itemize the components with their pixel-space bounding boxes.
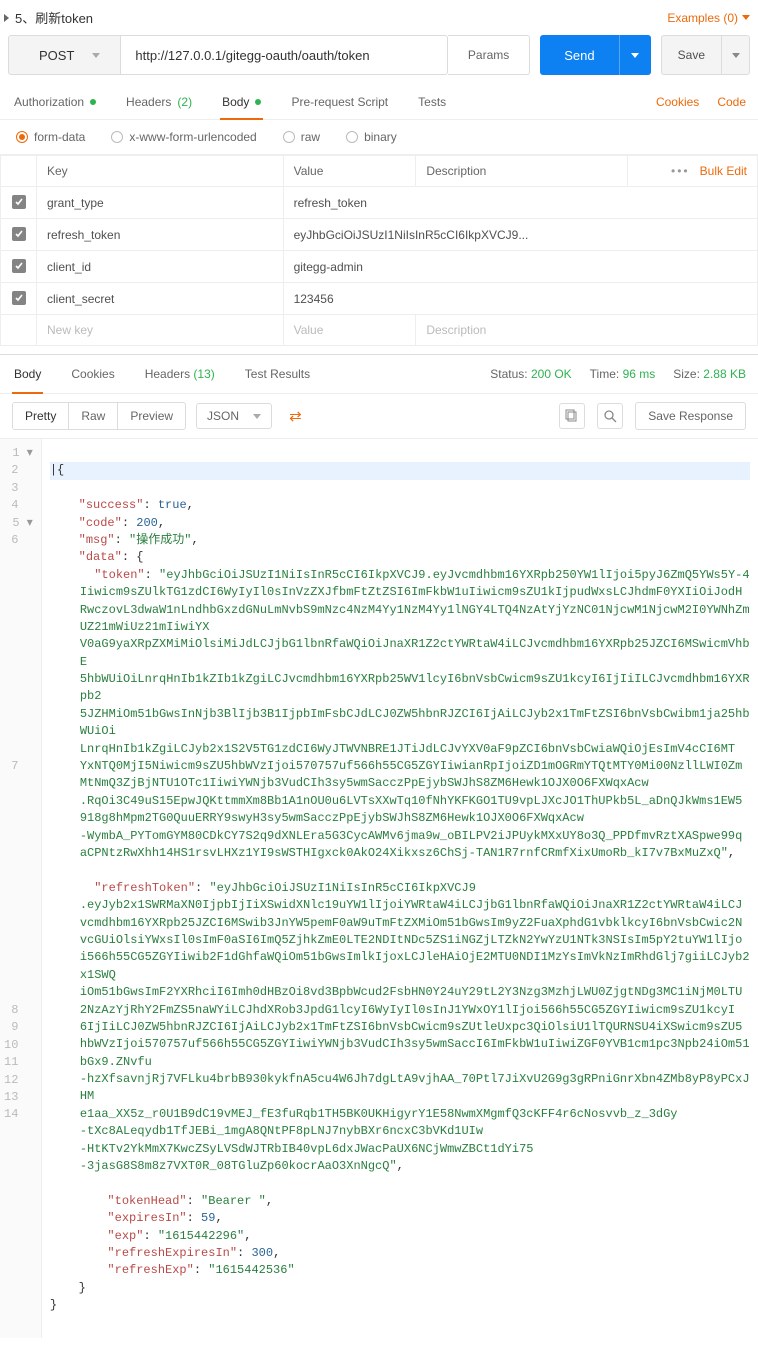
view-raw[interactable]: Raw xyxy=(69,403,118,429)
tab-body[interactable]: Body xyxy=(220,85,263,119)
wrap-lines-icon[interactable]: ⇄ xyxy=(282,403,309,429)
col-desc: Description xyxy=(416,156,628,187)
status-dot-icon xyxy=(90,99,96,105)
more-icon[interactable]: ••• xyxy=(671,164,690,178)
search-icon[interactable] xyxy=(597,403,623,429)
copy-icon[interactable] xyxy=(559,403,585,429)
size-label: Size: 2.88 KB xyxy=(673,367,746,381)
radio-binary[interactable]: binary xyxy=(346,130,397,144)
params-button[interactable]: Params xyxy=(448,35,530,75)
radio-form-data[interactable]: form-data xyxy=(16,130,85,144)
view-mode-toggle: Pretty Raw Preview xyxy=(12,402,186,430)
time-label: Time: 96 ms xyxy=(590,367,656,381)
table-row-new[interactable]: New key Value Description xyxy=(1,315,758,346)
checkbox[interactable] xyxy=(12,259,26,273)
cookies-link[interactable]: Cookies xyxy=(656,95,699,109)
col-key: Key xyxy=(37,156,284,187)
tab-tests[interactable]: Tests xyxy=(416,85,448,119)
bulk-edit-link[interactable]: Bulk Edit xyxy=(700,164,747,178)
resp-tab-tests[interactable]: Test Results xyxy=(243,355,312,393)
request-title: 5、刷新token xyxy=(15,8,93,27)
tab-prerequest[interactable]: Pre-request Script xyxy=(289,85,390,119)
table-row[interactable]: refresh_token eyJhbGciOiJSUzI1NiIsInR5cC… xyxy=(1,219,758,251)
table-row[interactable]: client_id gitegg-admin xyxy=(1,251,758,283)
status-label: Status: 200 OK xyxy=(490,367,571,381)
view-pretty[interactable]: Pretty xyxy=(13,403,69,429)
checkbox[interactable] xyxy=(12,227,26,241)
code-link[interactable]: Code xyxy=(717,95,746,109)
chevron-down-icon xyxy=(732,53,740,58)
send-dropdown[interactable] xyxy=(619,35,651,75)
radio-xwww[interactable]: x-www-form-urlencoded xyxy=(111,130,256,144)
send-button[interactable]: Send xyxy=(540,35,618,75)
tab-headers[interactable]: Headers(2) xyxy=(124,85,194,119)
code-content: |{ "success": true, "code": 200, "msg": … xyxy=(42,439,758,1338)
checkbox[interactable] xyxy=(12,291,26,305)
examples-dropdown[interactable]: Examples (0) xyxy=(667,11,750,25)
table-row[interactable]: grant_type refresh_token xyxy=(1,187,758,219)
view-preview[interactable]: Preview xyxy=(118,403,185,429)
form-data-table: Key Value Description ••• Bulk Edit gran… xyxy=(0,155,758,346)
table-row[interactable]: client_secret 123456 xyxy=(1,283,758,315)
chevron-down-icon xyxy=(631,53,639,58)
method-select[interactable]: POST xyxy=(8,35,121,75)
collapse-toggle[interactable] xyxy=(4,14,9,22)
chevron-down-icon xyxy=(253,414,261,419)
save-dropdown[interactable] xyxy=(722,35,750,75)
chevron-down-icon xyxy=(742,15,750,20)
tab-authorization[interactable]: Authorization xyxy=(12,85,98,119)
status-dot-icon xyxy=(255,99,261,105)
radio-raw[interactable]: raw xyxy=(283,130,320,144)
chevron-down-icon xyxy=(92,53,100,58)
save-response-button[interactable]: Save Response xyxy=(635,402,746,430)
resp-tab-cookies[interactable]: Cookies xyxy=(69,355,116,393)
save-button[interactable]: Save xyxy=(661,35,722,75)
format-select[interactable]: JSON xyxy=(196,403,272,429)
col-value: Value xyxy=(283,156,416,187)
checkbox[interactable] xyxy=(12,195,26,209)
response-body[interactable]: 1 ▾ 2 3 4 5 ▾ 6 7 8 9 10 11 12 13 14 |{ … xyxy=(0,439,758,1338)
url-input[interactable]: http://127.0.0.1/gitegg-oauth/oauth/toke… xyxy=(121,35,448,75)
line-gutter: 1 ▾ 2 3 4 5 ▾ 6 7 8 9 10 11 12 13 14 xyxy=(0,439,42,1338)
resp-tab-headers[interactable]: Headers (13) xyxy=(143,355,217,393)
resp-tab-body[interactable]: Body xyxy=(12,355,43,393)
